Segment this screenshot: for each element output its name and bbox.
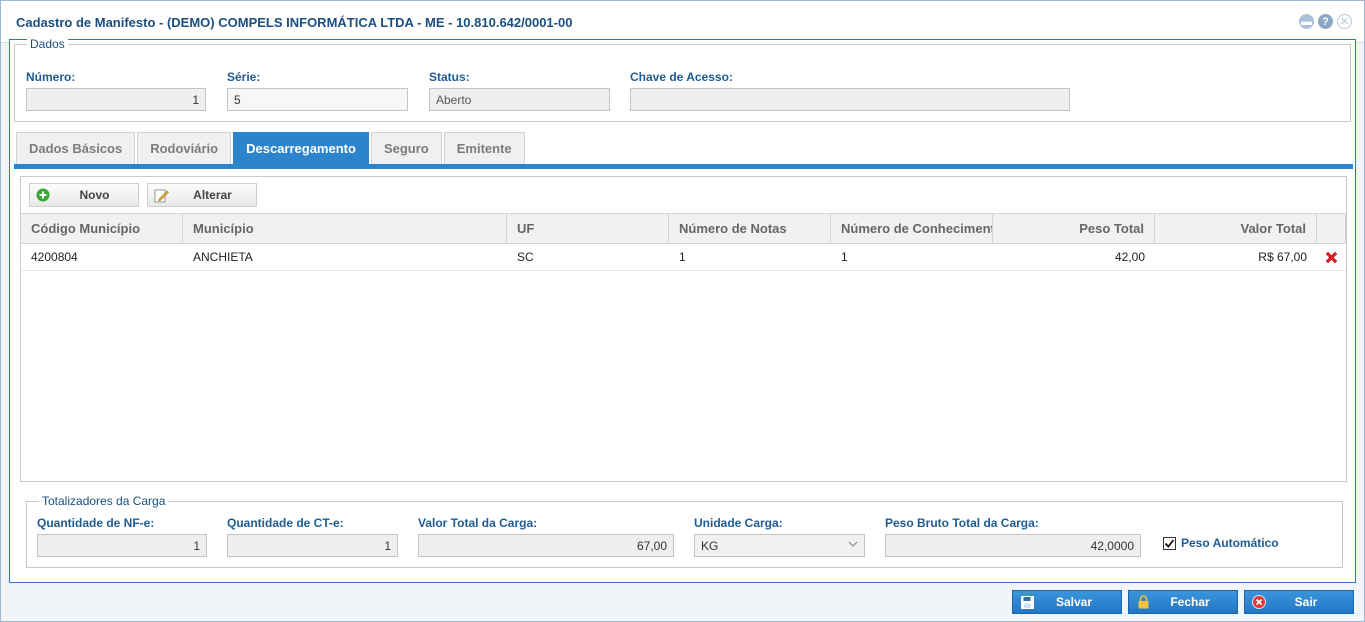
table-row[interactable]: 4200804 ANCHIETA SC 1 1 42,00 R$ 67,00 bbox=[21, 244, 1346, 271]
cell-peso: 42,00 bbox=[1114, 250, 1145, 264]
unidade-carga-value: KG bbox=[701, 539, 719, 553]
qtd-cte-input[interactable]: 1 bbox=[227, 534, 398, 557]
chevron-down-icon bbox=[848, 539, 858, 552]
manifesto-window: Cadastro de Manifesto - (DEMO) COMPELS I… bbox=[0, 0, 1365, 622]
window-title: Cadastro de Manifesto - (DEMO) COMPELS I… bbox=[16, 15, 573, 30]
qtd-nfe-label: Quantidade de NF-e: bbox=[37, 516, 155, 530]
title-bar: Cadastro de Manifesto - (DEMO) COMPELS I… bbox=[1, 1, 1364, 43]
grid-header: Código Município Município UF Número de … bbox=[21, 213, 1346, 244]
cell-codigo: 4200804 bbox=[31, 250, 78, 264]
minimize-icon[interactable]: ▬ bbox=[1299, 14, 1314, 29]
tab-dados-basicos[interactable]: Dados Básicos bbox=[16, 132, 136, 164]
tab-strip bbox=[14, 164, 1353, 169]
sair-button[interactable]: Sair bbox=[1244, 590, 1354, 614]
tab-seguro[interactable]: Seguro bbox=[370, 132, 442, 164]
form-body: Dados Número: 1 Série: 5 Status: Aberto … bbox=[9, 37, 1356, 583]
qtd-cte-label: Quantidade de CT-e: bbox=[227, 516, 344, 530]
novo-label: Novo bbox=[79, 188, 110, 202]
dados-legend: Dados bbox=[27, 37, 68, 51]
peso-automatico-checkbox[interactable] bbox=[1163, 536, 1176, 550]
col-uf[interactable]: UF bbox=[507, 214, 669, 243]
tab-rodoviario[interactable]: Rodoviário bbox=[137, 132, 232, 164]
title-bar-icons: ▬ ? ✕ bbox=[1299, 14, 1352, 29]
chave-acesso-input[interactable] bbox=[630, 88, 1070, 111]
edit-icon bbox=[153, 187, 169, 203]
exit-icon bbox=[1249, 595, 1269, 609]
valor-total-carga-label: Valor Total da Carga: bbox=[418, 516, 538, 530]
col-municipio[interactable]: Município bbox=[183, 214, 507, 243]
status-input[interactable]: Aberto bbox=[429, 88, 610, 111]
salvar-label: Salvar bbox=[1055, 595, 1093, 609]
help-icon[interactable]: ? bbox=[1318, 14, 1333, 29]
col-actions bbox=[1317, 214, 1346, 243]
alterar-button[interactable]: Alterar bbox=[147, 183, 257, 207]
serie-input[interactable]: 5 bbox=[227, 88, 408, 111]
chave-acesso-label: Chave de Acesso: bbox=[630, 70, 733, 84]
qtd-nfe-input[interactable]: 1 bbox=[37, 534, 207, 557]
peso-automatico-label: Peso Automático bbox=[1181, 536, 1279, 550]
tab-bar: Dados Básicos Rodoviário Descarregamento… bbox=[16, 132, 525, 164]
col-numero-conhecimento[interactable]: Número de Conhecimento bbox=[831, 214, 993, 243]
municipios-grid: Código Município Município UF Número de … bbox=[21, 213, 1346, 271]
sair-label: Sair bbox=[1294, 595, 1318, 609]
unidade-carga-select[interactable]: KG bbox=[694, 534, 865, 557]
fechar-label: Fechar bbox=[1170, 595, 1210, 609]
peso-automatico-checkbox-wrap[interactable]: Peso Automático bbox=[1163, 536, 1279, 550]
col-valor-total[interactable]: Valor Total bbox=[1155, 214, 1317, 243]
col-numero-notas[interactable]: Número de Notas bbox=[669, 214, 831, 243]
save-icon bbox=[1017, 595, 1037, 609]
dados-fieldset: Dados Número: 1 Série: 5 Status: Aberto … bbox=[14, 37, 1351, 122]
peso-bruto-label: Peso Bruto Total da Carga: bbox=[885, 516, 1039, 530]
valor-total-carga-input[interactable]: 67,00 bbox=[418, 534, 674, 557]
cell-municipio: ANCHIETA bbox=[193, 250, 253, 264]
close-icon[interactable]: ✕ bbox=[1337, 14, 1352, 29]
cell-actions bbox=[1317, 244, 1346, 270]
col-codigo-municipio[interactable]: Código Município bbox=[21, 214, 183, 243]
tab-emitente[interactable]: Emitente bbox=[443, 132, 525, 164]
alterar-label: Alterar bbox=[193, 188, 232, 202]
lock-icon bbox=[1133, 595, 1153, 609]
unidade-carga-label: Unidade Carga: bbox=[694, 516, 783, 530]
totalizadores-fieldset: Totalizadores da Carga Quantidade de NF-… bbox=[26, 494, 1343, 568]
add-icon bbox=[35, 187, 51, 203]
descarregamento-panel: Novo Alterar Código Município Município … bbox=[20, 176, 1347, 482]
numero-label: Número: bbox=[26, 70, 76, 84]
serie-label: Série: bbox=[227, 70, 261, 84]
cell-conhecimentos: 1 bbox=[841, 250, 848, 264]
cell-notas: 1 bbox=[679, 250, 686, 264]
fechar-button[interactable]: Fechar bbox=[1128, 590, 1238, 614]
tab-descarregamento[interactable]: Descarregamento bbox=[233, 132, 369, 164]
novo-button[interactable]: Novo bbox=[29, 183, 139, 207]
col-peso-total[interactable]: Peso Total bbox=[993, 214, 1155, 243]
salvar-button[interactable]: Salvar bbox=[1012, 590, 1122, 614]
cell-uf: SC bbox=[517, 250, 534, 264]
numero-input[interactable]: 1 bbox=[26, 88, 206, 111]
status-label: Status: bbox=[429, 70, 470, 84]
cell-valor: R$ 67,00 bbox=[1258, 250, 1307, 264]
totalizadores-legend: Totalizadores da Carga bbox=[39, 494, 169, 508]
delete-icon[interactable] bbox=[1317, 244, 1346, 270]
peso-bruto-input[interactable]: 42,0000 bbox=[885, 534, 1141, 557]
